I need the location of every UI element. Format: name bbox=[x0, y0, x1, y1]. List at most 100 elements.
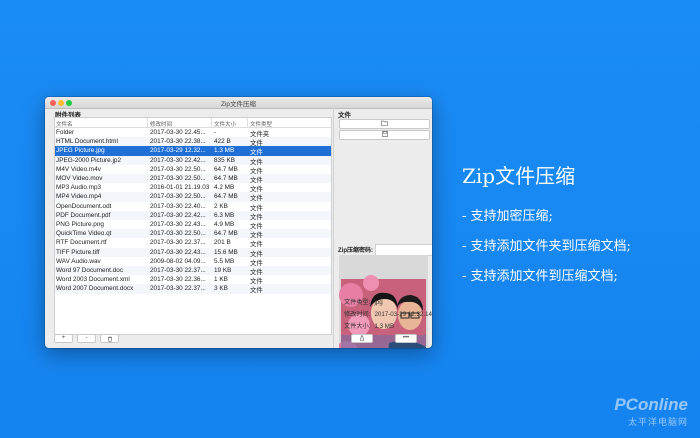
table-row[interactable]: Word 2007 Document.docx 2017-03-30 22.37.… bbox=[55, 284, 331, 295]
modified-cell: 2017-03-30 22.42... bbox=[150, 156, 206, 164]
promo-line-3: - 支持添加文件到压缩文档; bbox=[462, 269, 618, 284]
table-row[interactable]: HTML Document.html 2017-03-30 22.38... 422… bbox=[55, 137, 331, 147]
table-row[interactable]: MP4 Video.mp4 2017-03-30 22.50... 64.7 MB 文… bbox=[55, 192, 331, 202]
save-archive-button[interactable] bbox=[339, 130, 430, 140]
info-file-type: 文件类型: jpg bbox=[344, 299, 383, 306]
table-row[interactable]: TIFF Picture.tiff 2017-03-30 22.43... 15.6… bbox=[55, 247, 331, 258]
size-cell: - bbox=[214, 129, 217, 136]
file-name-cell: HTML Document.html bbox=[56, 138, 118, 146]
modified-cell: 2017-03-30 22.50... bbox=[150, 193, 206, 201]
file-table[interactable]: 文件名 修改时间 文件大小 文件类型 Folder 2017-03-30 22.4… bbox=[54, 117, 332, 335]
trash-icon bbox=[107, 336, 112, 342]
file-section-label: 文件 bbox=[338, 112, 351, 119]
table-header: 文件名 修改时间 文件大小 文件类型 bbox=[55, 118, 331, 128]
file-name-cell: M4V Video.m4v bbox=[56, 165, 101, 173]
modified-cell: 2016-01-01 21.19.03 bbox=[150, 184, 210, 192]
modified-cell: 2017-03-30 22.50... bbox=[150, 230, 206, 238]
size-cell: 4.9 MB bbox=[214, 221, 235, 228]
file-name-cell: MP4 Video.mp4 bbox=[56, 193, 102, 201]
modified-cell: 2017-03-30 22.43... bbox=[150, 248, 206, 256]
file-name-cell: OpenDocument.odt bbox=[56, 202, 112, 210]
size-cell: 64.7 MB bbox=[214, 193, 238, 201]
file-name-cell: QuickTime Video.qt bbox=[56, 230, 112, 238]
size-cell: 15.6 MB bbox=[214, 248, 238, 256]
table-row[interactable]: QuickTime Video.qt 2017-03-30 22.50... 64.… bbox=[55, 229, 331, 239]
size-cell: 1.3 MB bbox=[214, 147, 235, 155]
watermark-logo: PConline bbox=[614, 395, 688, 414]
app-window: Zip文件压缩 附件列表 文件名 修改时间 文件大小 文件类型 Folder 20… bbox=[45, 97, 432, 348]
file-name-cell: MP3 Audio.mp3 bbox=[56, 184, 102, 192]
modified-cell: 2009-08-02 04.09... bbox=[150, 257, 206, 265]
size-cell: 2 KB bbox=[214, 202, 228, 210]
table-row[interactable]: PDF Document.pdf 2017-03-30 22.42... 6.3 M… bbox=[55, 210, 331, 221]
size-cell: 6.3 MB bbox=[214, 211, 235, 219]
window-title: Zip文件压缩 bbox=[220, 101, 257, 108]
size-cell: 64.7 MB bbox=[214, 165, 238, 173]
file-name-cell: PNG Picture.png bbox=[56, 221, 104, 228]
share-icon bbox=[360, 335, 364, 341]
promo-line-1: - 支持加密压缩; bbox=[462, 209, 553, 224]
table-row[interactable]: M4V Video.m4v 2017-03-30 22.50... 64.7 MB 文… bbox=[55, 165, 331, 175]
titlebar: Zip文件压缩 bbox=[45, 97, 432, 109]
modified-cell: 2017-03-30 22.37... bbox=[150, 239, 206, 247]
watermark-subtitle: 太平洋电脑网 bbox=[627, 417, 688, 427]
type-cell: 文件 bbox=[250, 287, 263, 295]
file-name-cell: MOV Video.mov bbox=[56, 175, 103, 182]
table-row[interactable]: Word 2003 Document.xml 2017-03-30 22.36..… bbox=[55, 275, 331, 285]
modified-cell: 2017-03-30 22.37... bbox=[150, 285, 206, 293]
file-name-cell: TIFF Picture.tiff bbox=[56, 248, 100, 256]
size-cell: 64.7 MB bbox=[214, 230, 238, 238]
remove-file-button[interactable]: - bbox=[77, 334, 96, 343]
info-modified-time: 修改时间: 2017-03-29 12.32.14 bbox=[344, 311, 432, 318]
zip-password-label: Zip压缩密码: bbox=[338, 248, 373, 254]
file-name-cell: PDF Document.pdf bbox=[56, 211, 111, 219]
trash-button[interactable] bbox=[100, 334, 119, 343]
open-folder-button[interactable] bbox=[339, 119, 430, 129]
column-header-size[interactable]: 文件大小 bbox=[214, 120, 236, 128]
size-cell: 1 KB bbox=[214, 276, 228, 284]
size-cell: 5.5 MB bbox=[214, 257, 235, 265]
table-row[interactable]: WAV Audio.wav 2009-08-02 04.09... 5.5 MB 文件 bbox=[55, 257, 331, 267]
table-row[interactable]: RTF Document.rtf 2017-03-30 22.37... 201 B… bbox=[55, 238, 331, 248]
table-row[interactable]: Folder 2017-03-30 22.45... - 文件夹 bbox=[55, 128, 331, 138]
table-row[interactable]: JPEG-2000 Picture.jp2 2017-03-30 22.42...… bbox=[55, 155, 331, 166]
table-row[interactable]: MP3 Audio.mp3 2016-01-01 21.19.03 4.2 MB 文件 bbox=[55, 183, 331, 193]
table-row[interactable]: Word 97 Document.doc 2017-03-30 22.37... 1… bbox=[55, 266, 331, 276]
file-name-cell: JPEG Picture.jpg bbox=[56, 147, 105, 155]
table-row[interactable]: PNG Picture.png 2017-03-30 22.43... 4.9 MB… bbox=[55, 220, 331, 230]
file-name-cell: RTF Document.rtf bbox=[56, 239, 107, 247]
file-name-cell: Word 2007 Document.docx bbox=[56, 285, 134, 293]
modified-cell: 2017-03-30 22.45... bbox=[150, 129, 206, 136]
size-cell: 422 B bbox=[214, 138, 231, 146]
modified-cell: 2017-03-30 22.37... bbox=[150, 267, 206, 274]
modified-cell: 2017-03-30 22.36... bbox=[150, 276, 206, 284]
modified-cell: 2017-03-30 22.43... bbox=[150, 221, 206, 228]
file-name-cell: WAV Audio.wav bbox=[56, 257, 101, 265]
size-cell: 4.2 MB bbox=[214, 184, 235, 192]
file-name-cell: Word 2003 Document.xml bbox=[56, 276, 130, 284]
size-cell: 835 KB bbox=[214, 156, 235, 164]
modified-cell: 2017-03-30 22.42... bbox=[150, 211, 206, 219]
promo-title: Zip文件压缩 bbox=[462, 164, 576, 188]
folder-icon bbox=[381, 120, 388, 126]
column-header-modified[interactable]: 修改时间 bbox=[150, 120, 172, 128]
size-cell: 201 B bbox=[214, 239, 231, 247]
table-row[interactable]: OpenDocument.odt 2017-03-30 22.40... 2 KB 文… bbox=[55, 202, 331, 212]
save-icon bbox=[381, 131, 388, 137]
share-button[interactable] bbox=[351, 334, 373, 343]
table-row[interactable]: JPEG Picture.jpg 2017-03-29 12.32... 1.3 M… bbox=[55, 146, 331, 156]
column-header-type[interactable]: 文件类型 bbox=[250, 120, 272, 128]
modified-cell: 2017-03-30 22.50... bbox=[150, 165, 206, 173]
size-cell: 3 KB bbox=[214, 285, 228, 293]
add-file-button[interactable]: + bbox=[54, 334, 73, 343]
modified-cell: 2017-03-29 12.32... bbox=[150, 147, 206, 155]
pane-divider[interactable] bbox=[333, 108, 334, 348]
table-row[interactable]: MOV Video.mov 2017-03-30 22.50... 64.7 MB 文… bbox=[55, 174, 331, 184]
modified-cell: 2017-03-30 22.38... bbox=[150, 138, 206, 146]
column-header-name[interactable]: 文件名 bbox=[56, 120, 73, 128]
modified-cell: 2017-03-30 22.50... bbox=[150, 175, 206, 182]
more-button[interactable]: ••• bbox=[395, 334, 417, 343]
file-name-cell: Folder bbox=[56, 129, 75, 136]
promo-line-2: - 支持添加文件夹到压缩文档; bbox=[462, 239, 631, 254]
file-name-cell: JPEG-2000 Picture.jp2 bbox=[56, 156, 122, 164]
